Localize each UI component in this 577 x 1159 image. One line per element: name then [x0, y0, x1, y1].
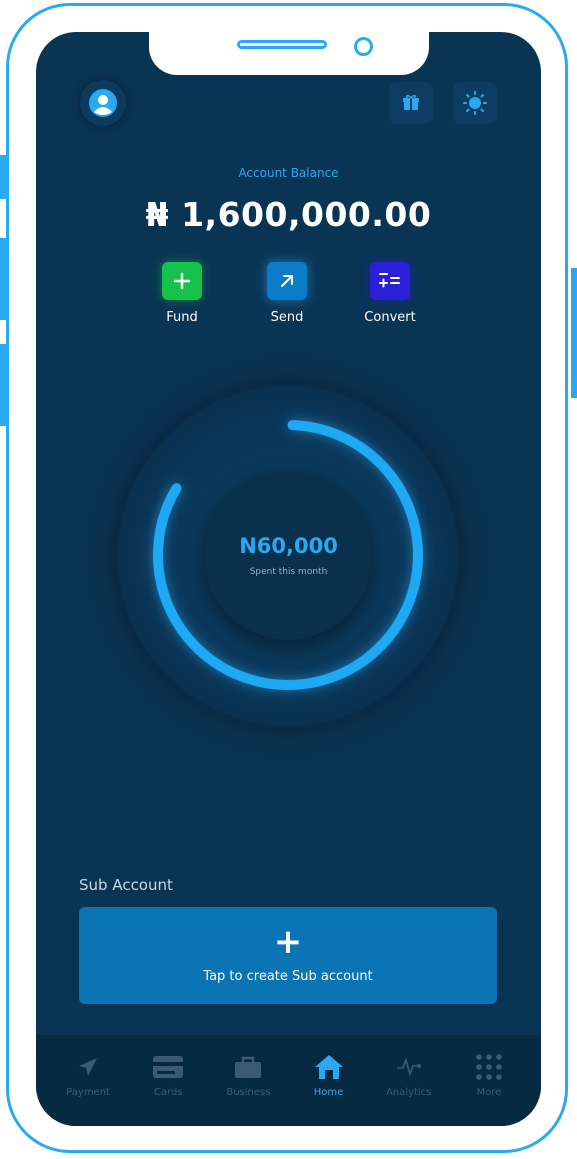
create-sub-account-label: Tap to create Sub account: [203, 969, 373, 984]
convert-label: Convert: [364, 310, 416, 325]
speaker: [237, 40, 327, 49]
balance-label: Account Balance: [238, 166, 339, 180]
camera: [354, 37, 373, 56]
bottom-tab-bar: Payment Cards Business Home Analytics Mo…: [36, 1035, 541, 1126]
convert-icon: [379, 273, 400, 288]
tab-label: Payment: [66, 1087, 110, 1098]
tab-business[interactable]: Business: [213, 1035, 283, 1126]
tab-label: Home: [313, 1087, 344, 1098]
tab-home[interactable]: Home: [294, 1035, 364, 1126]
gift-button[interactable]: [389, 82, 433, 124]
home-icon: [314, 1053, 344, 1081]
avatar[interactable]: [80, 80, 126, 126]
fund-icon-box: [162, 262, 202, 300]
send-button[interactable]: Send: [242, 262, 332, 325]
fund-button[interactable]: Fund: [137, 262, 227, 325]
tab-label: Business: [226, 1087, 271, 1098]
tab-label: More: [476, 1087, 502, 1098]
sub-account-title: Sub Account: [79, 876, 173, 894]
side-button: [571, 268, 577, 398]
fund-label: Fund: [166, 310, 198, 325]
notch: [149, 32, 429, 75]
convert-icon-box: [370, 262, 410, 300]
tab-payment[interactable]: Payment: [53, 1035, 123, 1126]
plus-icon: +: [273, 922, 303, 962]
tab-analytics[interactable]: Analytics: [374, 1035, 444, 1126]
send-label: Send: [270, 310, 304, 325]
create-sub-account-button[interactable]: + Tap to create Sub account: [79, 907, 497, 1004]
tab-label: Cards: [153, 1087, 183, 1098]
user-icon: [89, 89, 117, 117]
send-icon: [77, 1053, 99, 1081]
spent-label: Spent this month: [249, 567, 328, 577]
theme-toggle-button[interactable]: [453, 82, 497, 124]
spent-amount: N60,000: [239, 534, 338, 558]
balance-amount: ₦ 1,600,000.00: [145, 195, 432, 234]
plus-icon: [173, 272, 191, 290]
briefcase-icon: [235, 1053, 262, 1081]
tab-label: Analytics: [385, 1087, 432, 1098]
sun-icon: [463, 91, 487, 115]
card-icon: [153, 1053, 184, 1081]
send-icon-box: [267, 262, 307, 300]
tab-more[interactable]: More: [454, 1035, 524, 1126]
arrow-up-right-icon: [281, 275, 293, 287]
app-screen: Account Balance ₦ 1,600,000.00 Fund Send: [36, 32, 541, 1126]
side-button: [0, 344, 6, 426]
side-button: [0, 238, 6, 320]
pulse-icon: [396, 1053, 422, 1081]
side-button: [0, 155, 6, 199]
grid-icon: [475, 1053, 503, 1081]
tab-cards[interactable]: Cards: [133, 1035, 203, 1126]
gift-icon: [403, 94, 419, 110]
convert-button[interactable]: Convert: [345, 262, 435, 325]
